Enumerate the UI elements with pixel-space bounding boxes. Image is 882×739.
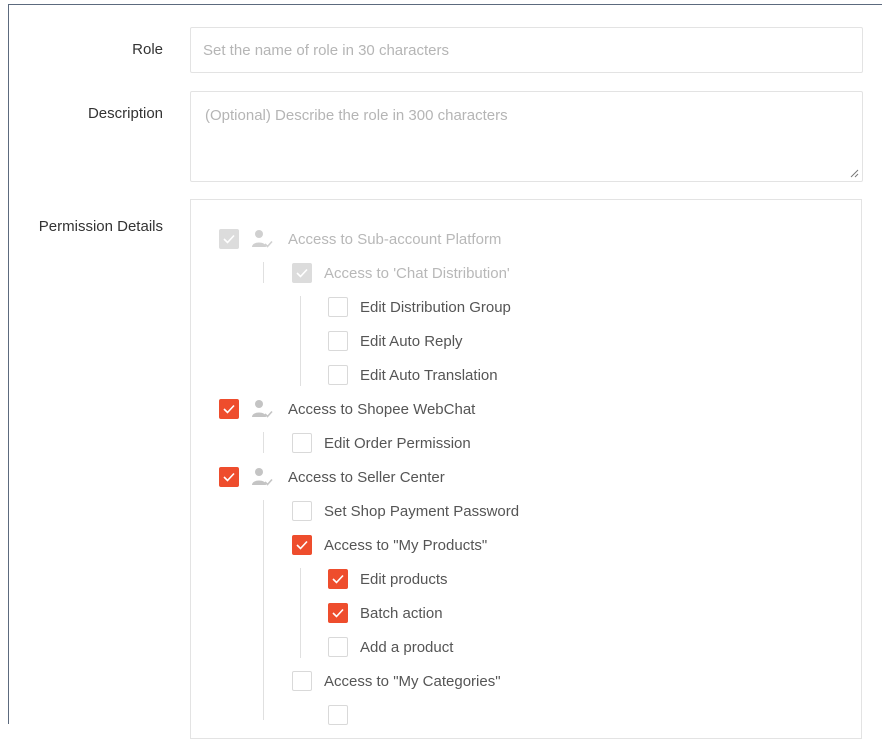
checkbox-edit-auto-translation[interactable] [328, 365, 348, 385]
perm-my-categories: Access to "My Categories" [292, 670, 501, 692]
checkmark-icon [223, 234, 235, 244]
checkbox-edit-auto-reply[interactable] [328, 331, 348, 351]
perm-seller-center: Access to Seller Center [219, 466, 445, 488]
perm-label: Access to 'Chat Distribution' [324, 264, 510, 282]
perm-edit-distribution-group: Edit Distribution Group [328, 296, 511, 318]
perm-label: Access to Sub-account Platform [288, 230, 502, 248]
checkbox-seller-center[interactable] [219, 467, 239, 487]
user-check-icon [250, 398, 276, 420]
perm-label: Access to Shopee WebChat [288, 400, 476, 418]
perm-edit-products: Edit products [328, 568, 448, 590]
checkbox-edit-order-permission[interactable] [292, 433, 312, 453]
checkbox-set-shop-payment-password[interactable] [292, 501, 312, 521]
checkbox-shopee-webchat[interactable] [219, 399, 239, 419]
tree-guide-line [300, 296, 301, 386]
tree-guide-line [263, 500, 264, 720]
role-input-box [190, 27, 863, 73]
perm-label: Add a product [360, 638, 454, 656]
perm-label: Edit products [360, 570, 448, 588]
perm-batch-action: Batch action [328, 602, 443, 624]
description-label: Description [87, 105, 163, 122]
perm-my-products: Access to "My Products" [292, 534, 487, 556]
checkmark-icon [223, 404, 235, 414]
perm-label: Access to "My Products" [324, 536, 488, 554]
checkbox-next-item[interactable] [328, 705, 348, 725]
checkbox-add-product[interactable] [328, 637, 348, 657]
perm-label: Edit Order Permission [324, 434, 471, 452]
description-textarea[interactable] [191, 92, 862, 181]
perm-label: Set Shop Payment Password [324, 502, 520, 520]
checkmark-icon [223, 472, 235, 482]
perm-chat-distribution: Access to 'Chat Distribution' [292, 262, 510, 284]
perm-next-item-partial [328, 704, 348, 726]
user-check-icon [250, 466, 276, 488]
role-label: Role [132, 41, 163, 58]
resize-grip-icon[interactable] [850, 169, 859, 178]
perm-subaccount-platform: Access to Sub-account Platform [219, 228, 501, 250]
perm-label: Edit Distribution Group [360, 298, 511, 316]
perm-shopee-webchat: Access to Shopee WebChat [219, 398, 475, 420]
checkmark-icon [332, 574, 344, 584]
tree-guide-line [300, 568, 301, 658]
perm-label: Edit Auto Reply [360, 332, 463, 350]
perm-label: Batch action [360, 604, 443, 622]
checkbox-my-categories[interactable] [292, 671, 312, 691]
description-input-box [190, 91, 863, 182]
checkbox-my-products[interactable] [292, 535, 312, 555]
perm-edit-auto-reply: Edit Auto Reply [328, 330, 463, 352]
checkbox-edit-products[interactable] [328, 569, 348, 589]
perm-label: Access to "My Categories" [324, 672, 501, 690]
user-check-icon [250, 228, 276, 250]
checkbox-edit-distribution-group[interactable] [328, 297, 348, 317]
perm-label: Edit Auto Translation [360, 366, 498, 384]
tree-guide-line [263, 262, 264, 283]
checkbox-subaccount-platform[interactable] [219, 229, 239, 249]
perm-set-shop-payment-password: Set Shop Payment Password [292, 500, 519, 522]
perm-label: Access to Seller Center [288, 468, 445, 486]
checkbox-chat-distribution[interactable] [292, 263, 312, 283]
perm-edit-auto-translation: Edit Auto Translation [328, 364, 498, 386]
checkmark-icon [296, 540, 308, 550]
perm-edit-order-permission: Edit Order Permission [292, 432, 471, 454]
tree-guide-line [263, 432, 264, 453]
perm-add-product: Add a product [328, 636, 453, 658]
role-input[interactable] [191, 28, 862, 72]
checkbox-batch-action[interactable] [328, 603, 348, 623]
checkmark-icon [332, 608, 344, 618]
permission-details-label: Permission Details [38, 218, 163, 235]
checkmark-icon [296, 268, 308, 278]
